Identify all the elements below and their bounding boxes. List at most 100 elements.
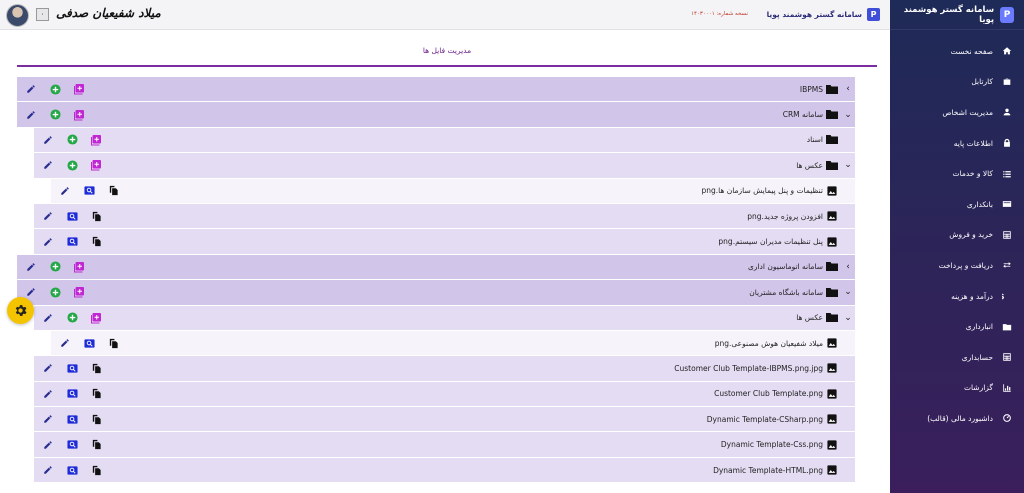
add-folder-icon[interactable]: [90, 134, 102, 146]
file-row[interactable]: Customer Club Template-IBPMS.png.jpg: [34, 356, 855, 382]
sidebar-item[interactable]: خرید و فروش: [890, 220, 1024, 251]
avatar[interactable]: [6, 4, 29, 27]
edit-icon[interactable]: [25, 261, 37, 273]
edit-icon[interactable]: [59, 185, 71, 197]
sidebar-item[interactable]: اطلاعات پایه: [890, 128, 1024, 159]
edit-icon[interactable]: [42, 236, 54, 248]
edit-icon[interactable]: [25, 286, 37, 298]
copy-icon[interactable]: [90, 388, 102, 400]
expand-chevron-icon[interactable]: ›: [841, 262, 855, 272]
expand-chevron-icon[interactable]: ⌄: [841, 110, 855, 120]
edit-icon[interactable]: [42, 413, 54, 425]
view-icon[interactable]: [66, 464, 78, 476]
view-icon[interactable]: [66, 388, 78, 400]
copy-icon[interactable]: [90, 439, 102, 451]
edit-icon[interactable]: [42, 362, 54, 374]
sidebar-item[interactable]: حسابداری: [890, 342, 1024, 373]
sidebar-item-label: خرید و فروش: [949, 230, 993, 240]
add-icon[interactable]: [49, 286, 61, 298]
view-icon[interactable]: [83, 185, 95, 197]
image-file-icon: [826, 186, 838, 196]
add-folder-icon[interactable]: [73, 286, 85, 298]
view-icon[interactable]: [66, 362, 78, 374]
expand-chevron-icon[interactable]: ⌄: [841, 287, 855, 297]
file-row[interactable]: png.میلاد شفیعیان هوش مصنوعی: [51, 330, 855, 357]
file-row[interactable]: Dynamic Template-HTML.png: [34, 457, 855, 484]
add-folder-icon[interactable]: [73, 109, 85, 121]
brand-title: سامانه گستر هوشمند پویا: [903, 4, 995, 25]
item-name: سامانه باشگاه مشتریان: [749, 287, 823, 297]
add-icon[interactable]: [66, 159, 78, 171]
edit-icon[interactable]: [42, 134, 54, 146]
copy-icon[interactable]: [90, 413, 102, 425]
user-badge[interactable]: ٠: [36, 8, 49, 21]
folder-row[interactable]: ⌄ سامانه باشگاه مشتریان: [17, 280, 855, 306]
copy-icon[interactable]: [107, 185, 119, 197]
file-row[interactable]: Dynamic Template-Css.png: [34, 432, 855, 458]
sidebar-item[interactable]: دریافت و پرداخت: [890, 250, 1024, 281]
folder-row[interactable]: ⌄ CRM سامانه: [17, 102, 855, 128]
expand-chevron-icon[interactable]: ⌄: [841, 160, 855, 170]
folder-row[interactable]: ⌄ عکس ها: [34, 153, 855, 179]
expand-chevron-icon[interactable]: ⌄: [841, 313, 855, 323]
folder-row[interactable]: اسناد: [34, 127, 855, 154]
view-icon[interactable]: [66, 439, 78, 451]
edit-icon[interactable]: [25, 83, 37, 95]
sidebar-item[interactable]: داشبورد مالی (قالب): [890, 403, 1024, 434]
edit-icon[interactable]: [42, 464, 54, 476]
add-folder-icon[interactable]: [90, 159, 102, 171]
sidebar-brand[interactable]: P سامانه گستر هوشمند پویا: [890, 0, 1024, 30]
file-row[interactable]: png.افزودن پروژه جدید: [34, 203, 855, 230]
edit-icon[interactable]: [42, 312, 54, 324]
edit-icon[interactable]: [42, 159, 54, 171]
app-title: سامانه گستر هوشمند پویا: [766, 10, 862, 19]
folder-row[interactable]: › IBPMS: [17, 77, 855, 103]
add-icon[interactable]: [66, 312, 78, 324]
sidebar-item[interactable]: گزارشات: [890, 373, 1024, 404]
edit-icon[interactable]: [42, 388, 54, 400]
row-actions: [25, 255, 85, 279]
brand-logo-icon: P: [1000, 6, 1014, 23]
add-icon[interactable]: [66, 134, 78, 146]
copy-icon[interactable]: [90, 236, 102, 248]
sidebar-item[interactable]: انبارداری: [890, 311, 1024, 342]
copy-icon[interactable]: [90, 464, 102, 476]
add-icon[interactable]: [49, 261, 61, 273]
file-row[interactable]: Customer Club Template.png: [34, 381, 855, 408]
view-icon[interactable]: [66, 413, 78, 425]
folder-row[interactable]: › سامانه اتوماسیون اداری: [17, 254, 855, 281]
sidebar-item[interactable]: کالا و خدمات: [890, 158, 1024, 189]
add-folder-icon[interactable]: [73, 83, 85, 95]
view-icon[interactable]: [66, 210, 78, 222]
item-name: CRM سامانه: [782, 110, 823, 120]
add-folder-icon[interactable]: [90, 312, 102, 324]
sidebar-item[interactable]: مدیریت اشخاص: [890, 97, 1024, 128]
edit-icon[interactable]: [42, 210, 54, 222]
row-actions: [42, 153, 102, 177]
folder-row[interactable]: ⌄ عکس ها: [34, 305, 855, 331]
view-icon[interactable]: [66, 236, 78, 248]
sidebar-item[interactable]: کارتابل: [890, 67, 1024, 98]
copy-icon[interactable]: [107, 337, 119, 349]
edit-icon[interactable]: [59, 337, 71, 349]
sidebar-item[interactable]: $ درآمد و هزینه: [890, 281, 1024, 312]
copy-icon[interactable]: [90, 210, 102, 222]
image-file-icon: [826, 236, 838, 247]
calculator-icon: [1001, 352, 1012, 363]
file-row[interactable]: png.پنل تنظیمات مدیران سیستم: [34, 229, 855, 255]
add-icon[interactable]: [49, 83, 61, 95]
sidebar-item[interactable]: صفحه نخست: [890, 36, 1024, 67]
file-row[interactable]: Dynamic Template-CSharp.png: [34, 407, 855, 433]
sidebar-item-label: کالا و خدمات: [952, 169, 993, 179]
settings-gear-icon[interactable]: [7, 297, 34, 324]
edit-icon[interactable]: [42, 439, 54, 451]
edit-icon[interactable]: [25, 109, 37, 121]
add-icon[interactable]: [49, 109, 61, 121]
view-icon[interactable]: [83, 337, 95, 349]
add-folder-icon[interactable]: [73, 261, 85, 273]
image-file-icon: [826, 465, 838, 475]
file-row[interactable]: png.تنظیمات و پنل پیمایش سازمان ها: [51, 178, 855, 204]
copy-icon[interactable]: [90, 362, 102, 374]
expand-chevron-icon[interactable]: ›: [841, 84, 855, 94]
sidebar-item[interactable]: بانکداری: [890, 189, 1024, 220]
